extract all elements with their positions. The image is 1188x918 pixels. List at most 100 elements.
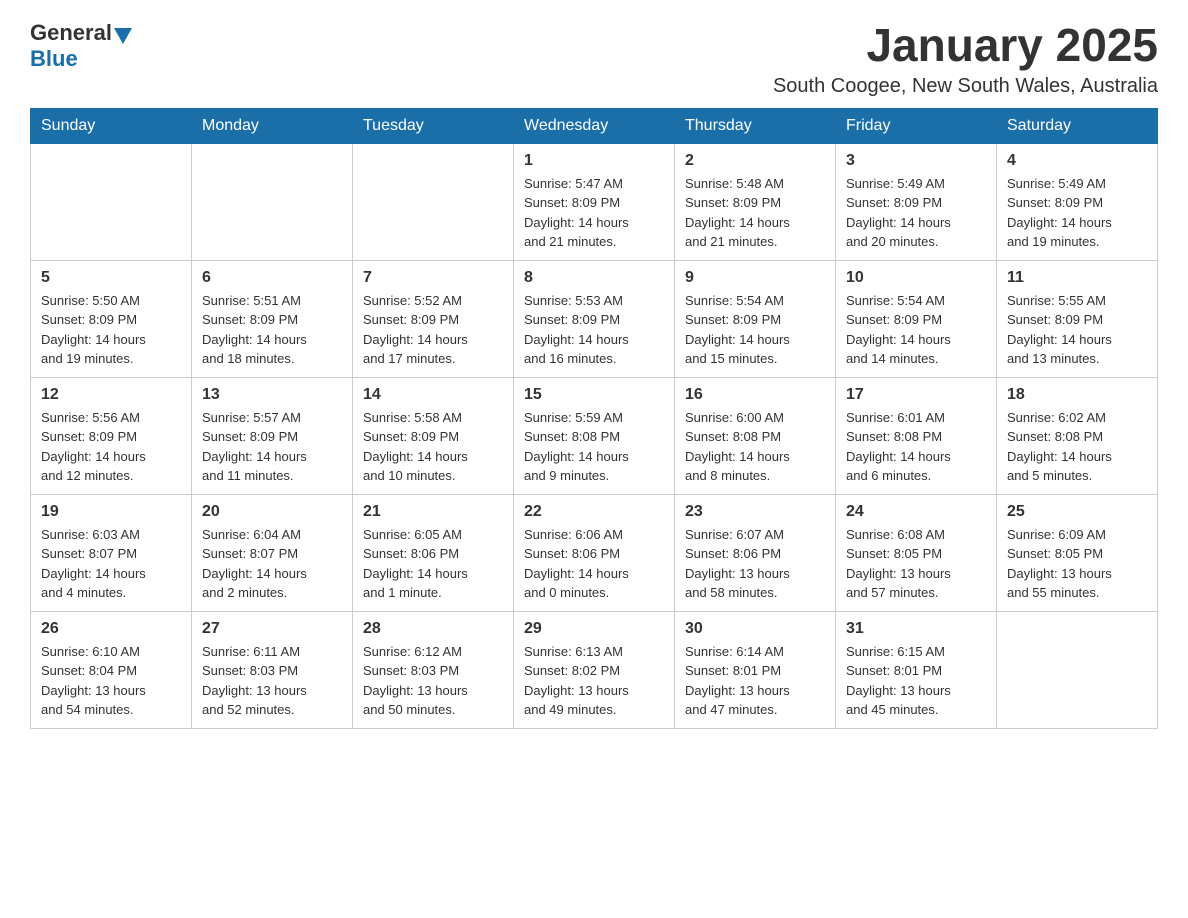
day-info: Sunrise: 5:49 AMSunset: 8:09 PMDaylight:… (1007, 174, 1147, 252)
calendar-cell: 9 Sunrise: 5:54 AMSunset: 8:09 PMDaylight… (675, 260, 836, 377)
day-number: 24 (846, 503, 986, 521)
calendar-cell: 24 Sunrise: 6:08 AMSunset: 8:05 PMDayligh… (836, 494, 997, 611)
day-info: Sunrise: 6:00 AMSunset: 8:08 PMDaylight:… (685, 408, 825, 486)
calendar-week-1: 1Sunrise: 5:47 AMSunset: 8:09 PMDaylight… (31, 143, 1158, 260)
calendar-cell: 4 Sunrise: 5:49 AMSunset: 8:09 PMDaylight… (997, 143, 1158, 260)
calendar-cell: 29 Sunrise: 6:13 AMSunset: 8:02 PMDayligh… (514, 611, 675, 728)
day-number: 16 (685, 386, 825, 404)
day-number: 13 (202, 386, 342, 404)
logo-general: General (30, 20, 112, 46)
day-info: Sunrise: 5:50 AMSunset: 8:09 PMDaylight:… (41, 291, 181, 369)
calendar-week-2: 5 Sunrise: 5:50 AMSunset: 8:09 PMDaylight… (31, 260, 1158, 377)
logo-arrow-icon (114, 28, 132, 44)
day-info: Sunrise: 5:56 AMSunset: 8:09 PMDaylight:… (41, 408, 181, 486)
calendar-cell: 14Sunrise: 5:58 AMSunset: 8:09 PMDayligh… (353, 377, 514, 494)
weekday-header-friday: Friday (836, 108, 997, 143)
day-info: Sunrise: 6:06 AMSunset: 8:06 PMDaylight:… (524, 525, 664, 603)
day-info: Sunrise: 6:13 AMSunset: 8:02 PMDaylight:… (524, 642, 664, 720)
calendar-cell: 8 Sunrise: 5:53 AMSunset: 8:09 PMDaylight… (514, 260, 675, 377)
day-info: Sunrise: 6:15 AMSunset: 8:01 PMDaylight:… (846, 642, 986, 720)
weekday-header-sunday: Sunday (31, 108, 192, 143)
day-number: 30 (685, 620, 825, 638)
day-number: 3 (846, 152, 986, 170)
calendar-cell: 19 Sunrise: 6:03 AMSunset: 8:07 PMDayligh… (31, 494, 192, 611)
calendar-cell: 18 Sunrise: 6:02 AMSunset: 8:08 PMDayligh… (997, 377, 1158, 494)
location-title: South Coogee, New South Wales, Australia (773, 75, 1158, 98)
month-title: January 2025 (773, 20, 1158, 71)
calendar-cell: 15Sunrise: 5:59 AMSunset: 8:08 PMDayligh… (514, 377, 675, 494)
calendar-cell: 23 Sunrise: 6:07 AMSunset: 8:06 PMDayligh… (675, 494, 836, 611)
day-number: 9 (685, 269, 825, 287)
calendar-cell: 16 Sunrise: 6:00 AMSunset: 8:08 PMDayligh… (675, 377, 836, 494)
calendar-cell: 30Sunrise: 6:14 AMSunset: 8:01 PMDayligh… (675, 611, 836, 728)
day-info: Sunrise: 5:58 AMSunset: 8:09 PMDaylight:… (363, 408, 503, 486)
day-info: Sunrise: 6:03 AMSunset: 8:07 PMDaylight:… (41, 525, 181, 603)
day-info: Sunrise: 5:59 AMSunset: 8:08 PMDaylight:… (524, 408, 664, 486)
weekday-header-thursday: Thursday (675, 108, 836, 143)
day-number: 29 (524, 620, 664, 638)
calendar-cell: 26 Sunrise: 6:10 AMSunset: 8:04 PMDayligh… (31, 611, 192, 728)
day-info: Sunrise: 5:53 AMSunset: 8:09 PMDaylight:… (524, 291, 664, 369)
day-info: Sunrise: 6:09 AMSunset: 8:05 PMDaylight:… (1007, 525, 1147, 603)
calendar-cell: 11 Sunrise: 5:55 AMSunset: 8:09 PMDayligh… (997, 260, 1158, 377)
calendar-table: SundayMondayTuesdayWednesdayThursdayFrid… (30, 108, 1158, 729)
day-number: 8 (524, 269, 664, 287)
day-info: Sunrise: 6:10 AMSunset: 8:04 PMDaylight:… (41, 642, 181, 720)
day-number: 21 (363, 503, 503, 521)
calendar-cell: 2 Sunrise: 5:48 AMSunset: 8:09 PMDaylight… (675, 143, 836, 260)
day-number: 23 (685, 503, 825, 521)
day-number: 7 (363, 269, 503, 287)
day-info: Sunrise: 5:55 AMSunset: 8:09 PMDaylight:… (1007, 291, 1147, 369)
day-info: Sunrise: 6:01 AMSunset: 8:08 PMDaylight:… (846, 408, 986, 486)
calendar-header-row: SundayMondayTuesdayWednesdayThursdayFrid… (31, 108, 1158, 143)
day-number: 26 (41, 620, 181, 638)
calendar-cell (997, 611, 1158, 728)
day-number: 5 (41, 269, 181, 287)
weekday-header-tuesday: Tuesday (353, 108, 514, 143)
day-info: Sunrise: 5:54 AMSunset: 8:09 PMDaylight:… (846, 291, 986, 369)
calendar-cell: 31 Sunrise: 6:15 AMSunset: 8:01 PMDayligh… (836, 611, 997, 728)
calendar-cell: 17 Sunrise: 6:01 AMSunset: 8:08 PMDayligh… (836, 377, 997, 494)
calendar-cell (31, 143, 192, 260)
day-number: 2 (685, 152, 825, 170)
calendar-week-5: 26 Sunrise: 6:10 AMSunset: 8:04 PMDayligh… (31, 611, 1158, 728)
day-info: Sunrise: 6:07 AMSunset: 8:06 PMDaylight:… (685, 525, 825, 603)
day-info: Sunrise: 6:04 AMSunset: 8:07 PMDaylight:… (202, 525, 342, 603)
day-number: 17 (846, 386, 986, 404)
weekday-header-monday: Monday (192, 108, 353, 143)
day-info: Sunrise: 5:49 AMSunset: 8:09 PMDaylight:… (846, 174, 986, 252)
day-info: Sunrise: 5:51 AMSunset: 8:09 PMDaylight:… (202, 291, 342, 369)
day-info: Sunrise: 5:57 AMSunset: 8:09 PMDaylight:… (202, 408, 342, 486)
day-number: 18 (1007, 386, 1147, 404)
day-info: Sunrise: 6:11 AMSunset: 8:03 PMDaylight:… (202, 642, 342, 720)
logo: General Blue (30, 20, 132, 72)
day-info: Sunrise: 6:05 AMSunset: 8:06 PMDaylight:… (363, 525, 503, 603)
day-number: 4 (1007, 152, 1147, 170)
calendar-cell: 27 Sunrise: 6:11 AMSunset: 8:03 PMDayligh… (192, 611, 353, 728)
weekday-header-saturday: Saturday (997, 108, 1158, 143)
day-number: 12 (41, 386, 181, 404)
calendar-week-3: 12 Sunrise: 5:56 AMSunset: 8:09 PMDayligh… (31, 377, 1158, 494)
day-number: 6 (202, 269, 342, 287)
day-info: Sunrise: 6:02 AMSunset: 8:08 PMDaylight:… (1007, 408, 1147, 486)
day-info: Sunrise: 5:54 AMSunset: 8:09 PMDaylight:… (685, 291, 825, 369)
calendar-cell: 12 Sunrise: 5:56 AMSunset: 8:09 PMDayligh… (31, 377, 192, 494)
day-number: 31 (846, 620, 986, 638)
calendar-cell: 3 Sunrise: 5:49 AMSunset: 8:09 PMDaylight… (836, 143, 997, 260)
day-number: 27 (202, 620, 342, 638)
calendar-cell: 25 Sunrise: 6:09 AMSunset: 8:05 PMDayligh… (997, 494, 1158, 611)
day-number: 19 (41, 503, 181, 521)
day-info: Sunrise: 5:48 AMSunset: 8:09 PMDaylight:… (685, 174, 825, 252)
day-number: 25 (1007, 503, 1147, 521)
day-number: 1 (524, 152, 664, 170)
day-info: Sunrise: 6:08 AMSunset: 8:05 PMDaylight:… (846, 525, 986, 603)
calendar-cell: 6 Sunrise: 5:51 AMSunset: 8:09 PMDaylight… (192, 260, 353, 377)
day-number: 22 (524, 503, 664, 521)
day-info: Sunrise: 5:52 AMSunset: 8:09 PMDaylight:… (363, 291, 503, 369)
calendar-cell (353, 143, 514, 260)
title-section: January 2025 South Coogee, New South Wal… (773, 20, 1158, 98)
day-number: 20 (202, 503, 342, 521)
calendar-cell (192, 143, 353, 260)
calendar-cell: 22 Sunrise: 6:06 AMSunset: 8:06 PMDayligh… (514, 494, 675, 611)
day-number: 11 (1007, 269, 1147, 287)
